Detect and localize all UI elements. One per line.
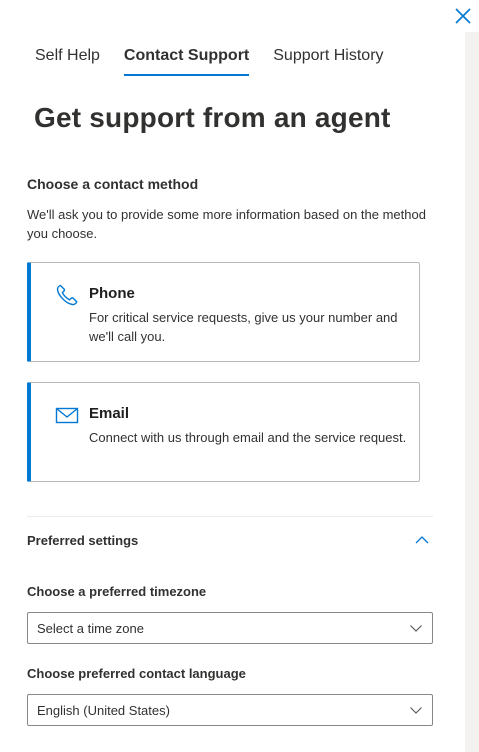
phone-option-card[interactable]: Phone For critical service requests, giv…	[27, 262, 420, 362]
phone-option-label: Phone	[89, 285, 135, 302]
phone-icon	[56, 284, 78, 306]
mail-icon	[55, 407, 79, 424]
timezone-label: Choose a preferred timezone	[27, 584, 207, 599]
close-button[interactable]	[452, 5, 474, 27]
section-divider	[27, 516, 433, 517]
contact-method-description: We'll ask you to provide some more infor…	[27, 207, 426, 241]
language-value: English (United States)	[37, 702, 170, 718]
tab-self-help[interactable]: Self Help	[35, 44, 100, 76]
scrollbar-track[interactable]	[465, 32, 479, 752]
language-label: Choose preferred contact language	[27, 666, 246, 681]
contact-method-heading: Choose a contact method	[27, 176, 199, 192]
preferred-settings-heading: Preferred settings	[27, 532, 139, 548]
email-option-description: Connect with us through email and the se…	[89, 430, 407, 445]
timezone-dropdown[interactable]: Select a time zone	[27, 612, 433, 644]
chevron-up-icon	[415, 536, 429, 544]
preferred-settings-toggle[interactable]: Preferred settings	[27, 527, 433, 553]
email-option-card[interactable]: Email Connect with us through email and …	[27, 382, 420, 482]
close-icon	[455, 8, 471, 24]
page-title: Get support from an agent	[34, 102, 391, 133]
email-option-label: Email	[89, 405, 130, 422]
tab-support-history[interactable]: Support History	[273, 44, 383, 76]
chevron-down-icon	[410, 707, 422, 714]
phone-option-description: For critical service requests, give us y…	[89, 310, 398, 344]
chevron-down-icon	[410, 625, 422, 632]
tab-bar: Self Help Contact Support Support Histor…	[35, 44, 384, 78]
tab-contact-support[interactable]: Contact Support	[123, 44, 250, 76]
language-dropdown[interactable]: English (United States)	[27, 694, 433, 726]
timezone-value: Select a time zone	[37, 620, 144, 636]
